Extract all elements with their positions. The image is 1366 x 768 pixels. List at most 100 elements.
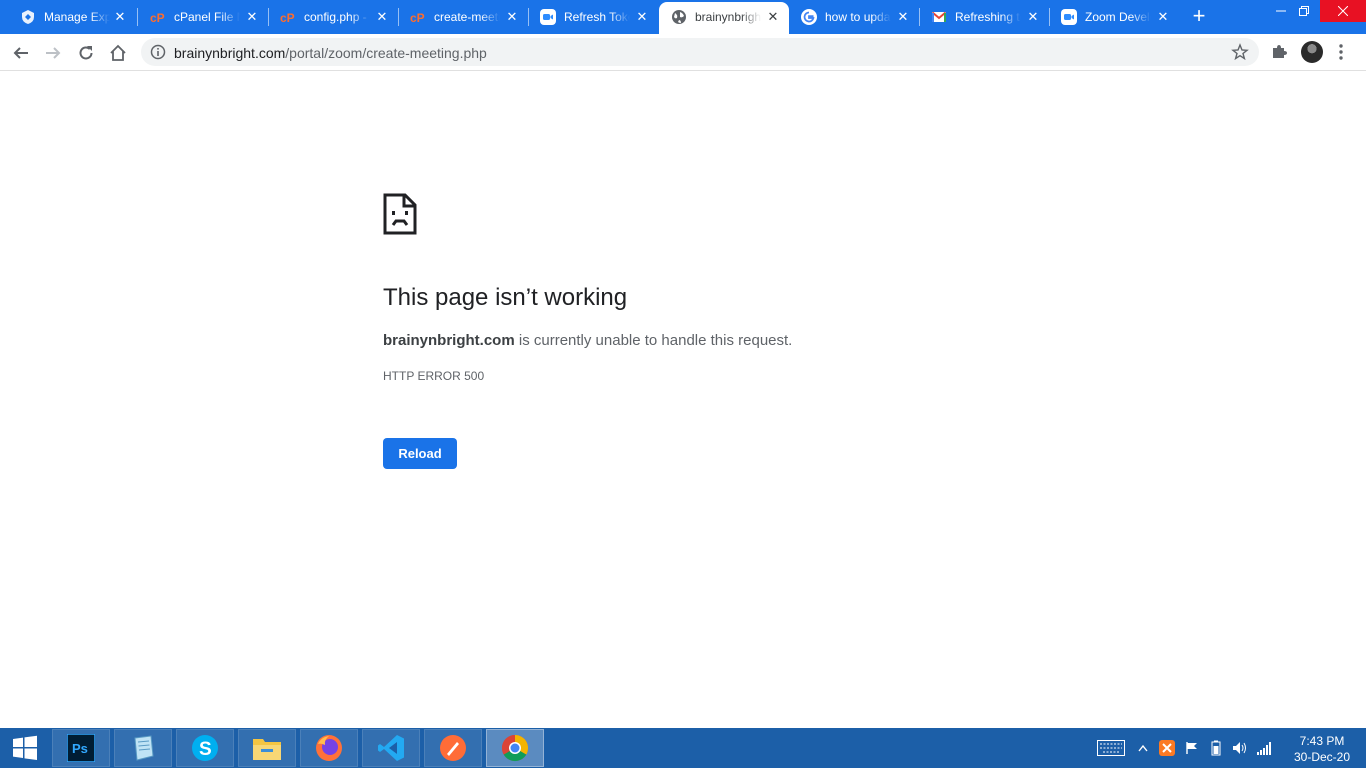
touch-keyboard-icon[interactable] xyxy=(1096,728,1126,768)
page-content: This page isn’t working brainynbright.co… xyxy=(0,71,1366,728)
forward-button[interactable] xyxy=(39,39,67,67)
url-text[interactable]: brainynbright.com/portal/zoom/create-mee… xyxy=(174,45,487,61)
globe-icon xyxy=(671,9,687,25)
taskbar-notepad[interactable] xyxy=(114,729,172,767)
close-icon[interactable]: ✕ xyxy=(374,9,390,25)
show-hidden-icons-chevron-icon[interactable] xyxy=(1136,728,1150,768)
tab-manage-expense[interactable]: Manage Expense Types ✕ xyxy=(8,0,136,34)
bookmark-star-icon[interactable] xyxy=(1231,43,1249,61)
gmail-icon xyxy=(931,9,947,25)
close-window-button[interactable] xyxy=(1320,0,1366,22)
taskbar-postman[interactable] xyxy=(424,729,482,767)
close-icon[interactable]: ✕ xyxy=(112,9,128,25)
close-icon[interactable]: ✕ xyxy=(634,9,650,25)
error-description: brainynbright.com is currently unable to… xyxy=(383,332,792,350)
file-explorer-icon xyxy=(253,739,281,760)
start-button[interactable] xyxy=(0,728,50,768)
tab-title: config.php - cPanel xyxy=(304,10,370,24)
tab-refresh-token[interactable]: Refresh Token ✕ xyxy=(528,0,658,34)
back-button[interactable] xyxy=(7,39,35,67)
taskbar-skype[interactable]: S xyxy=(176,729,234,767)
error-code: HTTP ERROR 500 xyxy=(383,369,485,383)
tab-brainynbright[interactable]: brainynbright.com ✕ xyxy=(659,2,789,34)
info-icon[interactable] xyxy=(150,44,166,60)
refresh-icon xyxy=(79,46,93,60)
url-path: /portal/zoom/create-meeting.php xyxy=(285,45,487,61)
close-icon[interactable]: ✕ xyxy=(1155,9,1171,25)
postman-icon xyxy=(440,735,466,761)
system-clock[interactable]: 7:43 PM 30-Dec-20 xyxy=(1284,733,1360,765)
tab-strip: Manage Expense Types ✕ cP cPanel File Ma… xyxy=(0,0,1366,34)
reload-button[interactable]: Reload xyxy=(383,438,457,469)
svg-text:Ps: Ps xyxy=(72,741,88,756)
forward-arrow-icon xyxy=(46,47,61,59)
home-button[interactable] xyxy=(104,39,132,67)
restore-icon xyxy=(1299,6,1309,16)
tab-title: Zoom Developer xyxy=(1085,10,1151,24)
home-icon xyxy=(110,44,126,61)
svg-text:cP: cP xyxy=(410,11,425,25)
action-center-flag-icon[interactable] xyxy=(1183,728,1201,768)
zoom-icon xyxy=(1061,9,1077,25)
error-description-text: is currently unable to handle this reque… xyxy=(514,332,793,349)
close-icon[interactable]: ✕ xyxy=(1025,9,1041,25)
xampp-icon[interactable] xyxy=(1158,728,1176,768)
clock-date: 30-Dec-20 xyxy=(1293,750,1351,764)
svg-text:cP: cP xyxy=(280,11,295,25)
error-heading: This page isn’t working xyxy=(383,284,628,311)
svg-text:S: S xyxy=(199,739,212,760)
tab-create-meeting[interactable]: cP create-meeting.php ✕ xyxy=(398,0,528,34)
tab-title: Refreshing token xyxy=(955,10,1021,24)
tab-title: create-meeting.php xyxy=(434,10,500,24)
close-icon[interactable]: ✕ xyxy=(765,9,781,25)
cpanel-icon: cP xyxy=(280,9,296,25)
reload-toolbar-button[interactable] xyxy=(72,39,100,67)
taskbar-chrome[interactable] xyxy=(486,729,544,767)
browser-toolbar: brainynbright.com/portal/zoom/create-mee… xyxy=(0,34,1366,71)
tab-refreshing-token[interactable]: Refreshing token ✕ xyxy=(919,0,1049,34)
back-arrow-icon xyxy=(13,47,28,59)
windows-logo-icon xyxy=(13,735,37,760)
sad-page-icon xyxy=(383,193,417,235)
close-icon[interactable]: ✕ xyxy=(895,9,911,25)
skype-icon: S xyxy=(192,735,218,761)
network-signal-icon[interactable] xyxy=(1255,728,1273,768)
address-bar[interactable]: brainynbright.com/portal/zoom/create-mee… xyxy=(141,38,1259,66)
taskbar-firefox[interactable] xyxy=(300,729,358,767)
vscode-icon xyxy=(378,735,404,761)
new-tab-button[interactable]: + xyxy=(1188,5,1210,28)
tab-zoom-developer[interactable]: Zoom Developer ✕ xyxy=(1049,0,1179,34)
taskbar-file-explorer[interactable] xyxy=(238,729,296,767)
firefox-icon xyxy=(316,735,342,761)
tab-config-php[interactable]: cP config.php - cPanel ✕ xyxy=(268,0,398,34)
taskbar-photoshop[interactable]: Ps xyxy=(52,729,110,767)
clock-time: 7:43 PM xyxy=(1299,734,1345,748)
cpanel-icon: cP xyxy=(150,9,166,25)
close-icon xyxy=(1338,6,1348,16)
notepad-icon xyxy=(134,735,154,761)
taskbar-vscode[interactable] xyxy=(362,729,420,767)
volume-icon[interactable] xyxy=(1231,728,1249,768)
close-icon[interactable]: ✕ xyxy=(244,9,260,25)
tab-title: brainynbright.com xyxy=(695,10,761,24)
google-icon xyxy=(801,9,817,25)
tab-title: Refresh Token xyxy=(564,10,630,24)
battery-icon[interactable] xyxy=(1207,728,1225,768)
tab-title: cPanel File Manager xyxy=(174,10,240,24)
error-host: brainynbright.com xyxy=(383,332,515,349)
cpanel-icon: cP xyxy=(410,9,426,25)
kebab-menu-icon[interactable] xyxy=(1336,42,1346,62)
zoom-icon xyxy=(540,9,556,25)
extensions-puzzle-icon[interactable] xyxy=(1269,42,1289,62)
tab-title: how to update xyxy=(825,10,891,24)
profile-avatar[interactable] xyxy=(1301,41,1323,63)
windows-taskbar: Ps S 7:43 PM 30-Dec-20 xyxy=(0,728,1366,768)
chrome-icon xyxy=(501,734,529,762)
close-icon[interactable]: ✕ xyxy=(504,9,520,25)
dev-shield-icon xyxy=(20,9,36,25)
url-host: brainynbright.com xyxy=(174,45,286,61)
tab-title: Manage Expense Types xyxy=(44,10,110,24)
svg-text:cP: cP xyxy=(150,11,165,25)
tab-google-search[interactable]: how to update ✕ xyxy=(789,0,919,34)
tab-cpanel-file-manager[interactable]: cP cPanel File Manager ✕ xyxy=(138,0,268,34)
